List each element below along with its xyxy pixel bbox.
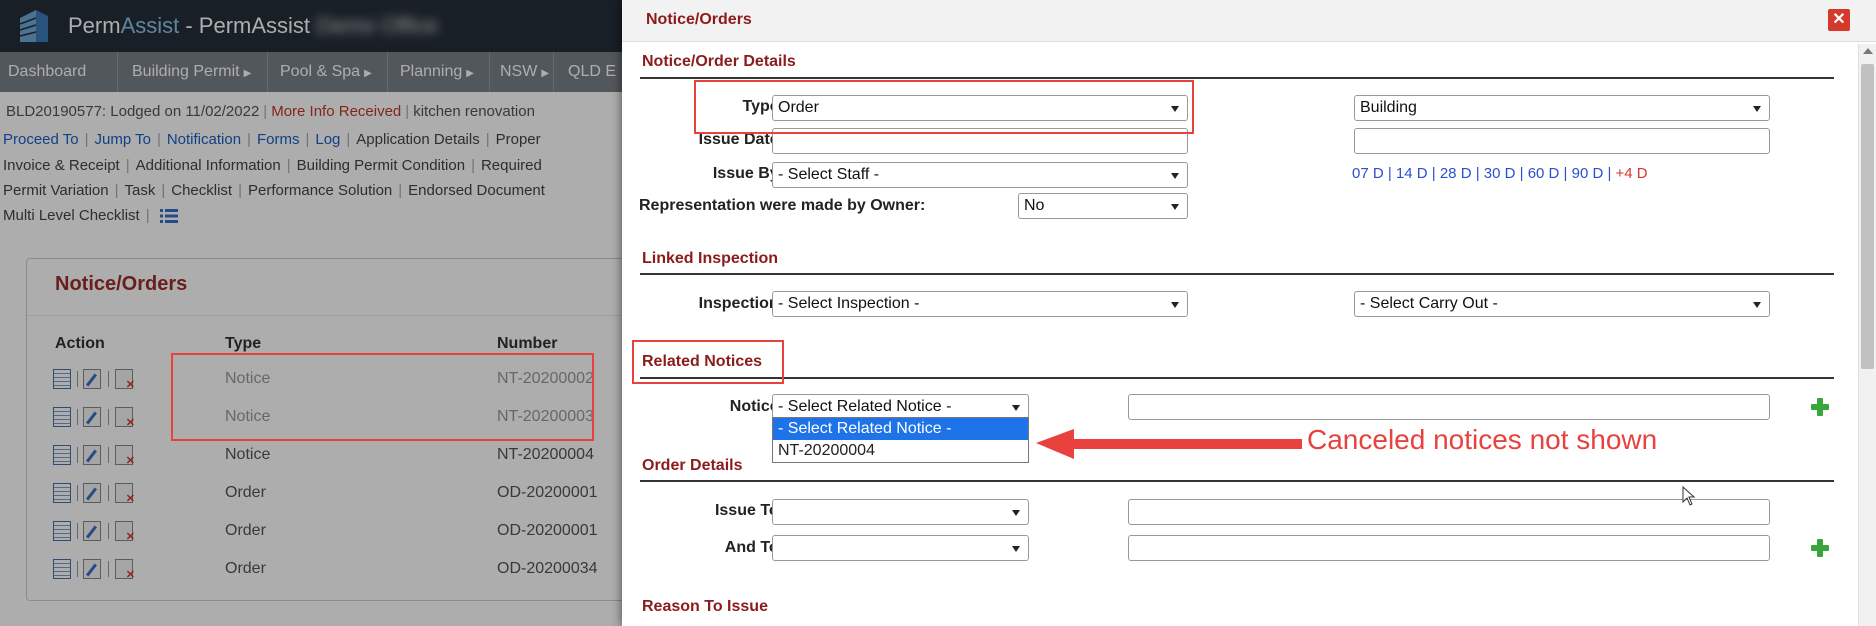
- annotation-box-related-notices: [632, 340, 784, 384]
- carry-out-select[interactable]: - Select Carry Out -: [1354, 291, 1770, 317]
- section-notice-order-details: Notice/Order Details: [642, 53, 796, 70]
- representation-value: No: [1024, 197, 1045, 214]
- section-reason-to-issue: Reason To Issue: [642, 598, 768, 615]
- modal-header: Notice/Orders ✕: [622, 0, 1876, 42]
- mouse-cursor-icon: [1682, 486, 1696, 506]
- quick-day-30[interactable]: 30 D: [1484, 165, 1516, 182]
- quick-day-plus4[interactable]: +4 D: [1616, 165, 1648, 182]
- representation-select[interactable]: No: [1018, 193, 1188, 219]
- chevron-down-icon: [1753, 302, 1761, 308]
- scroll-thumb[interactable]: [1861, 64, 1874, 369]
- carry-out-value: - Select Carry Out -: [1360, 295, 1498, 312]
- building-type-select[interactable]: Building: [1354, 95, 1770, 121]
- section-divider: [640, 377, 1834, 379]
- add-related-notice-icon[interactable]: [1811, 398, 1829, 416]
- building-type-value: Building: [1360, 99, 1417, 116]
- address-input-1[interactable]: [1128, 499, 1770, 525]
- add-recipient-icon[interactable]: [1811, 539, 1829, 557]
- chevron-down-icon: [1753, 106, 1761, 112]
- annotation-box-type: [694, 80, 1194, 134]
- issue-to-label: Issue To:: [714, 502, 784, 519]
- chevron-down-icon: [1171, 204, 1179, 210]
- due-date-input[interactable]: [1354, 128, 1770, 154]
- inspection-value: - Select Inspection -: [778, 295, 920, 312]
- representation-label: Representation were made by Owner:: [639, 197, 926, 214]
- and-to-label: And To:: [724, 539, 784, 556]
- quick-day-60[interactable]: 60 D: [1528, 165, 1560, 182]
- related-notice-dropdown: - Select Related Notice - NT-20200004: [772, 417, 1029, 463]
- modal-title: Notice/Orders: [646, 11, 752, 28]
- inspection-label: Inspection:: [698, 295, 784, 312]
- section-divider: [640, 77, 1834, 79]
- scroll-up-icon[interactable]: [1863, 48, 1873, 54]
- notice-label: Notice:: [729, 398, 784, 415]
- callout-text: Canceled notices not shown: [1307, 424, 1658, 455]
- dropdown-option-nt-20200004[interactable]: NT-20200004: [773, 440, 1028, 462]
- section-order-details: Order Details: [642, 457, 743, 474]
- dropdown-option-select-related-notice[interactable]: - Select Related Notice -: [773, 418, 1028, 440]
- scrollbar[interactable]: [1858, 44, 1876, 626]
- details-input[interactable]: [1128, 394, 1770, 420]
- notice-orders-modal: Notice/Orders ✕ Notice/Order Details Typ…: [622, 0, 1876, 626]
- quick-days: 07 D | 14 D | 28 D | 30 D | 60 D | 90 D …: [1352, 165, 1648, 182]
- issue-by-value: - Select Staff -: [778, 166, 880, 183]
- quick-day-07[interactable]: 07 D: [1352, 165, 1384, 182]
- chevron-down-icon: [1171, 173, 1179, 179]
- section-divider: [640, 273, 1834, 275]
- quick-day-28[interactable]: 28 D: [1440, 165, 1472, 182]
- section-linked-inspection: Linked Inspection: [642, 250, 779, 267]
- issue-by-select[interactable]: - Select Staff -: [772, 162, 1188, 188]
- quick-day-90[interactable]: 90 D: [1572, 165, 1604, 182]
- address-input-2[interactable]: [1128, 535, 1770, 561]
- section-divider: [640, 480, 1834, 482]
- quick-day-14[interactable]: 14 D: [1396, 165, 1428, 182]
- issue-by-label: Issue By:: [712, 165, 784, 182]
- annotation-box-canceled-rows: [171, 353, 594, 441]
- close-button[interactable]: ✕: [1828, 9, 1850, 31]
